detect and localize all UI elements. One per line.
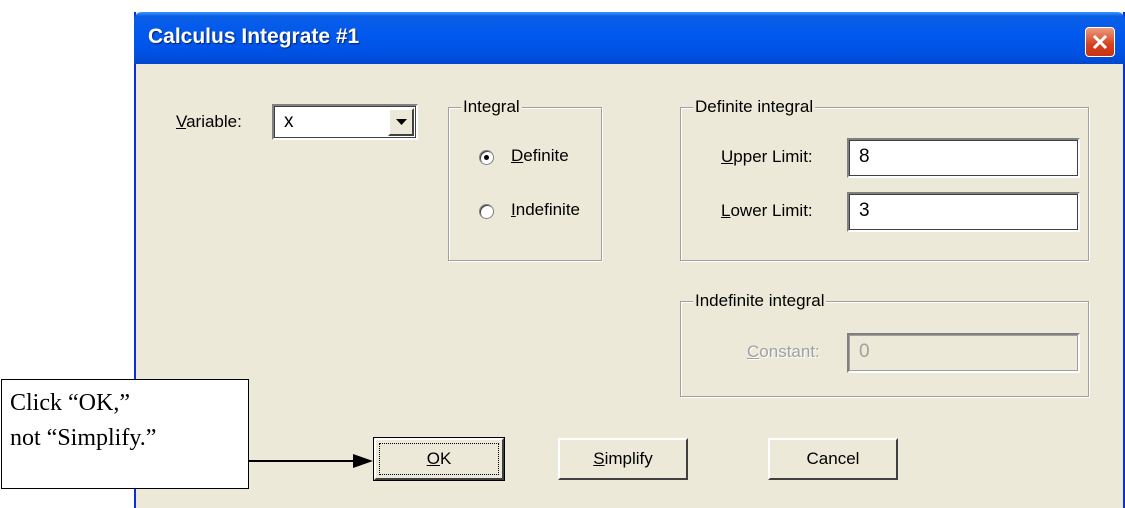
ok-button[interactable]: OK bbox=[373, 437, 505, 481]
constant-label: Constant: bbox=[747, 342, 820, 361]
variable-value: x bbox=[284, 111, 294, 132]
variable-select[interactable]: x bbox=[272, 104, 418, 140]
simplify-button[interactable]: Simplify bbox=[558, 438, 688, 480]
definite-integral-title: Definite integral bbox=[693, 97, 816, 117]
chevron-down-icon bbox=[396, 119, 407, 125]
lower-limit-label: Lower Limit: bbox=[721, 201, 813, 220]
simplify-button-label: Simplify bbox=[593, 449, 653, 468]
callout-line-1: Click “OK,” bbox=[10, 390, 130, 416]
indefinite-radio[interactable] bbox=[479, 204, 494, 219]
definite-integral-group: Definite integral Upper Limit: 8 Lower L… bbox=[680, 97, 1089, 261]
cancel-button-label: Cancel bbox=[806, 449, 860, 468]
indefinite-integral-group: Indefinite integral Constant: 0 bbox=[680, 291, 1089, 397]
dropdown-button[interactable] bbox=[388, 108, 414, 136]
integral-group: Integral Definite Indefinite bbox=[448, 97, 602, 261]
dialog-window: Calculus Integrate #1 Variable: x Integr… bbox=[134, 12, 1125, 508]
title-bar[interactable]: Calculus Integrate #1 bbox=[134, 12, 1125, 64]
callout-arrow-icon bbox=[249, 454, 373, 468]
close-button[interactable] bbox=[1085, 27, 1115, 57]
dialog-content: Variable: x Integral Definite Indefinite… bbox=[136, 64, 1123, 508]
ok-button-label: OK bbox=[379, 443, 499, 475]
cancel-button[interactable]: Cancel bbox=[768, 438, 898, 480]
constant-input[interactable]: 0 bbox=[847, 333, 1080, 373]
indefinite-label[interactable]: Indefinite bbox=[511, 200, 580, 220]
variable-label: Variable: bbox=[176, 112, 242, 131]
callout-box: Click “OK,” not “Simplify.” bbox=[1, 379, 249, 489]
close-icon bbox=[1092, 34, 1108, 50]
indefinite-integral-title: Indefinite integral bbox=[693, 291, 827, 311]
upper-limit-label: Upper Limit: bbox=[721, 147, 813, 166]
definite-label[interactable]: Definite bbox=[511, 146, 569, 166]
window-title: Calculus Integrate #1 bbox=[148, 25, 360, 48]
upper-limit-input[interactable]: 8 bbox=[847, 138, 1080, 178]
definite-radio[interactable] bbox=[479, 150, 494, 165]
lower-limit-input[interactable]: 3 bbox=[847, 192, 1080, 232]
integral-group-title: Integral bbox=[461, 97, 522, 117]
callout-line-2: not “Simplify.” bbox=[10, 425, 157, 451]
